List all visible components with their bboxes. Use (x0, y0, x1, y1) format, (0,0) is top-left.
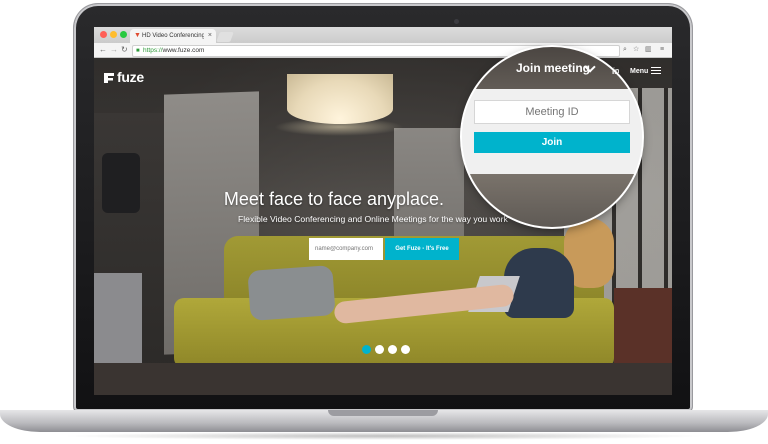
get-fuze-button[interactable]: Get Fuze - It's Free (385, 238, 459, 260)
browser-tab[interactable]: ▼ HD Video Conferencing ar × (130, 29, 216, 43)
magnified-nav-fragment: r (488, 63, 492, 73)
laptop-shadow (60, 432, 708, 440)
tab-close-icon[interactable]: × (208, 29, 212, 43)
new-tab-button[interactable] (216, 32, 234, 42)
carousel-dot[interactable] (388, 345, 397, 354)
laptop-notch (328, 410, 438, 416)
hamburger-icon (651, 67, 662, 74)
extension-icon[interactable]: ▥ (645, 43, 652, 57)
join-button[interactable]: Join (474, 132, 630, 153)
fuze-logo[interactable]: fuze (104, 69, 144, 85)
chrome-menu-icon[interactable]: ≡ (660, 43, 664, 57)
carousel-dot[interactable] (362, 345, 371, 354)
meeting-id-input[interactable] (474, 100, 630, 124)
carousel-dots (362, 345, 414, 354)
minimize-window-icon[interactable] (110, 31, 117, 38)
reload-icon[interactable]: ↻ (121, 43, 128, 57)
tab-title: HD Video Conferencing ar (142, 33, 204, 39)
magnifier-lens: r Join meeting In Join (462, 47, 642, 227)
maximize-window-icon[interactable] (120, 31, 127, 38)
tab-strip: ▼ HD Video Conferencing ar × (94, 27, 672, 43)
pendant-lamp (287, 74, 393, 124)
lock-icon: ■ (136, 48, 140, 54)
magnified-background (462, 174, 642, 227)
close-window-icon[interactable] (100, 31, 107, 38)
magnified-header: r Join meeting In (462, 47, 642, 89)
carousel-dot[interactable] (375, 345, 384, 354)
floor (94, 363, 672, 395)
url-text: https://www.fuze.com (143, 47, 205, 54)
fuze-favicon-icon: ▼ (134, 32, 141, 39)
carousel-dot[interactable] (401, 345, 410, 354)
join-meeting-menu[interactable]: Join meeting (516, 61, 590, 75)
fuze-logo-icon (104, 73, 114, 83)
forward-arrow-icon[interactable]: → (110, 43, 118, 57)
camera-icon (454, 19, 459, 24)
pillow (247, 265, 336, 321)
magnified-signin-fragment[interactable]: In (612, 67, 619, 76)
back-arrow-icon[interactable]: ← (99, 43, 107, 57)
email-input[interactable] (309, 238, 383, 260)
